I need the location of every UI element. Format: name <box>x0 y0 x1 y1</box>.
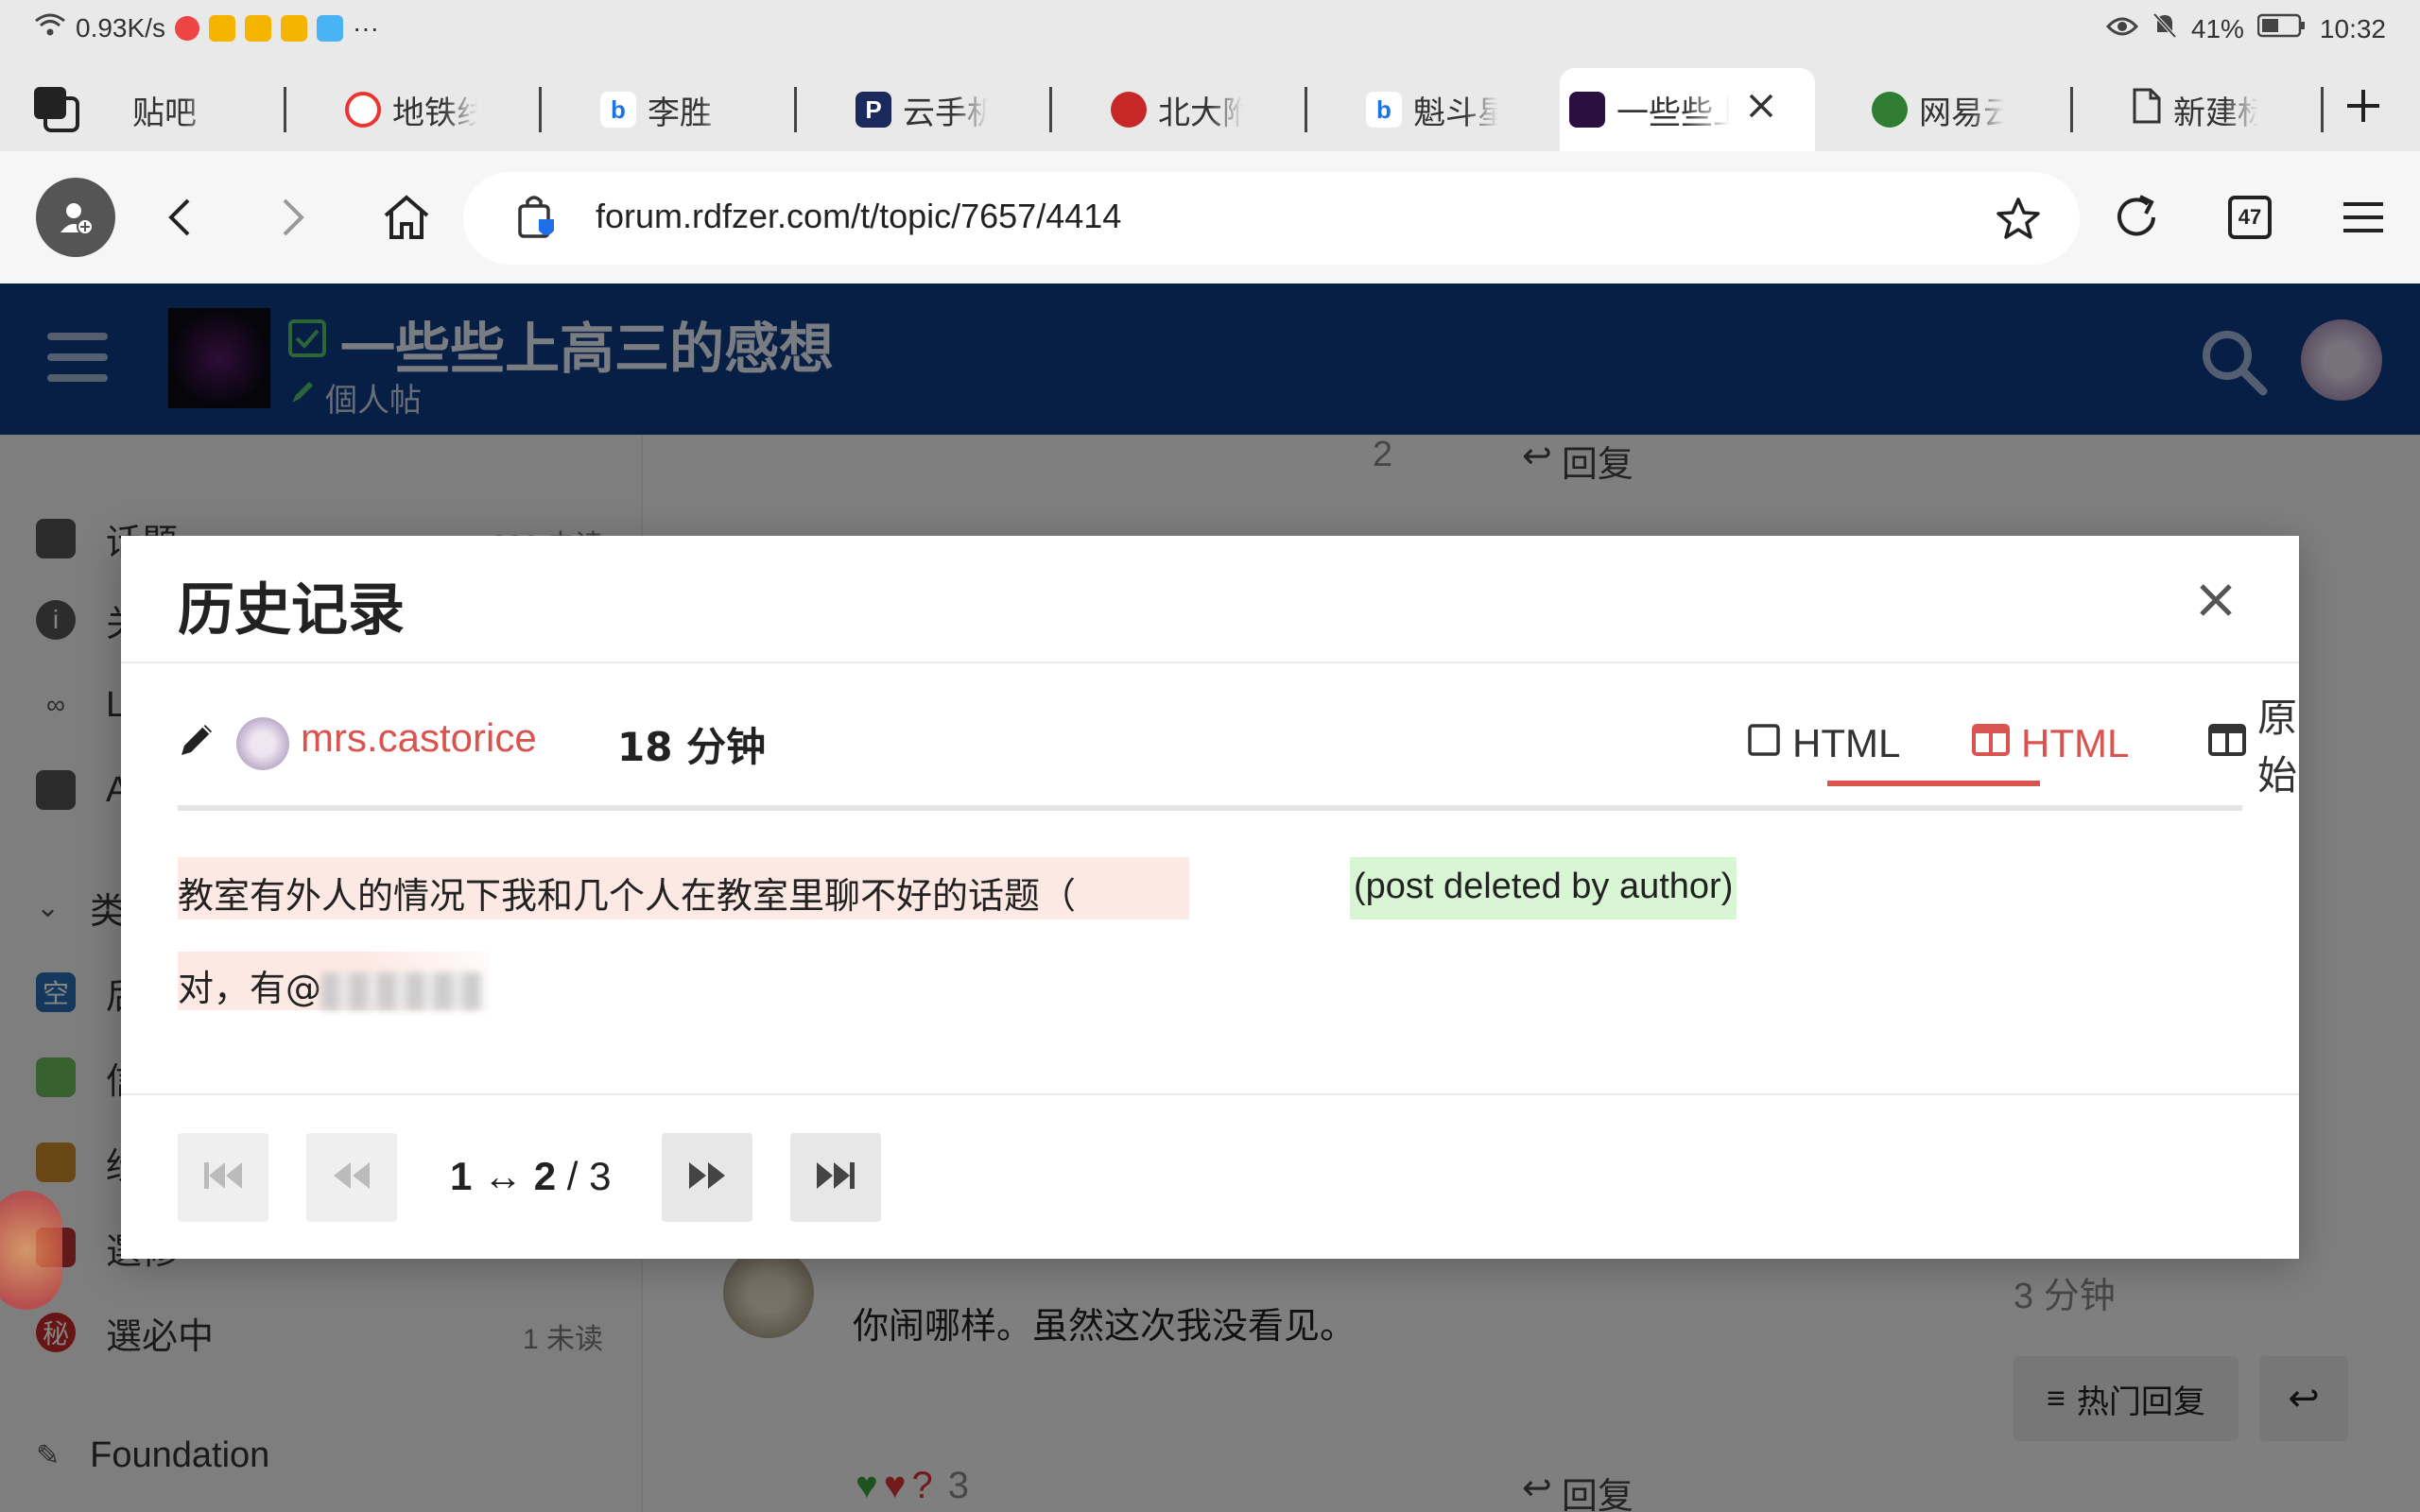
rewind-icon <box>331 1160 372 1195</box>
tab-tieba[interactable]: 贴吧 <box>123 68 274 151</box>
forum-avatar-icon <box>1569 92 1605 128</box>
address-bar[interactable]: forum.rdfzer.com/t/topic/7657/4414 <box>463 172 2080 265</box>
inserted-text: (post deleted by author) <box>1350 857 1737 919</box>
mute-bell-icon <box>2152 11 2178 46</box>
tab-count-button[interactable]: 47 <box>2212 180 2288 255</box>
url-text[interactable]: forum.rdfzer.com/t/topic/7657/4414 <box>596 197 1121 236</box>
pku-icon <box>1111 92 1147 128</box>
tab-html-side-by-side[interactable]: HTML <box>1972 715 2129 772</box>
active-tab-indicator <box>1827 781 2040 786</box>
home-button[interactable] <box>369 180 444 255</box>
columns-icon <box>1972 721 2010 766</box>
clock: 10:32 <box>2319 13 2386 43</box>
author-name[interactable]: mrs.castorice <box>301 715 537 761</box>
revision-details: mrs.castorice 18 分钟 HTML HTML 原始 <box>178 696 2297 798</box>
more-notifications: ··· <box>352 12 379 43</box>
secure-bag-icon <box>516 193 558 247</box>
author-avatar[interactable] <box>236 717 289 770</box>
reload-button[interactable] <box>2099 180 2174 255</box>
tab-raw[interactable]: 原始 <box>2208 696 2297 798</box>
profile-avatar-icon[interactable] <box>36 178 115 257</box>
blurred-username <box>321 971 483 1010</box>
close-tab-icon[interactable] <box>1747 92 1775 129</box>
cloud-phone-icon: P <box>856 92 891 128</box>
deleted-text-mention: 对，有@ <box>178 952 490 1010</box>
bing-icon: b <box>600 92 636 128</box>
new-page-icon <box>2132 87 2162 133</box>
tabs-divider <box>178 805 2242 811</box>
floating-assistant-icon[interactable] <box>0 1191 62 1310</box>
wifi-icon <box>34 11 66 44</box>
bookmark-star-icon[interactable] <box>1996 197 2040 245</box>
tab-netease[interactable]: 网易云 <box>1862 68 2051 151</box>
notification-app-icon <box>208 14 235 42</box>
pencil-icon <box>178 719 217 764</box>
notification-app-icon <box>174 15 199 41</box>
previous-revision-button[interactable] <box>306 1133 397 1222</box>
notification-app-icon <box>316 14 343 42</box>
revision-navigation: 1 ↔ 2 / 3 <box>121 1093 2299 1259</box>
bing-icon: b <box>1366 92 1402 128</box>
status-bar: 0.93K/s ··· 41% 10:32 <box>0 0 2420 57</box>
square-icon <box>1747 721 1781 766</box>
next-revision-button[interactable] <box>662 1133 752 1222</box>
skip-first-icon <box>202 1160 244 1195</box>
tab-pku[interactable]: 北大附 <box>1101 68 1290 151</box>
modal-title: 历史记录 <box>178 577 405 644</box>
revision-time: 18 分钟 <box>617 724 767 770</box>
skip-last-icon <box>815 1160 856 1195</box>
last-revision-button[interactable] <box>790 1133 881 1222</box>
columns-icon <box>2208 721 2246 766</box>
battery-level: 41% <box>2190 13 2244 43</box>
notification-app-icon <box>280 14 307 42</box>
tab-metro[interactable]: 地铁线 <box>336 68 525 151</box>
eye-icon <box>2105 14 2138 44</box>
revision-counter: 1 ↔ 2 / 3 <box>450 1154 612 1198</box>
forward-button[interactable] <box>255 180 331 255</box>
new-tab-button[interactable] <box>2325 68 2401 144</box>
tab-bing-1[interactable]: b 李胜 <box>591 68 780 151</box>
tab-forum-active[interactable]: 一些些上 <box>1560 68 1815 151</box>
back-button[interactable] <box>142 180 217 255</box>
tab-bing-2[interactable]: b 魁斗星 <box>1357 68 1546 151</box>
first-revision-button[interactable] <box>178 1133 268 1222</box>
close-button[interactable] <box>2187 572 2244 628</box>
tab-html-inline[interactable]: HTML <box>1747 715 1900 772</box>
diff-content: 教室有外人的情况下我和几个人在教室里聊不好的话题（ (post deleted … <box>178 857 2242 1046</box>
deleted-text: 教室有外人的情况下我和几个人在教室里聊不好的话题（ <box>178 857 1189 919</box>
battery-icon <box>2256 13 2307 44</box>
network-speed: 0.93K/s <box>76 12 165 43</box>
tab-count: 47 <box>2228 196 2272 239</box>
menu-button[interactable] <box>2325 180 2401 255</box>
modal-header: 历史记录 <box>121 536 2299 663</box>
metro-icon <box>345 92 381 128</box>
browser-tab-strip: 贴吧 地铁线 b 李胜 P 云手机 北大附 b 魁斗星 一些些上 网易云 新建标 <box>0 57 2420 151</box>
tab-overview-icon[interactable] <box>19 72 95 147</box>
notification-app-icon <box>244 14 271 42</box>
fast-forward-icon <box>686 1160 728 1195</box>
tab-cloud-phone[interactable]: P 云手机 <box>846 68 1035 151</box>
browser-toolbar: forum.rdfzer.com/t/topic/7657/4414 47 <box>0 151 2420 284</box>
history-modal: 历史记录 mrs.castorice 18 分钟 HTML HTML 原始 教室… <box>121 536 2299 1259</box>
netease-icon <box>1872 92 1908 128</box>
tab-new-page[interactable]: 新建标 <box>2122 68 2311 151</box>
